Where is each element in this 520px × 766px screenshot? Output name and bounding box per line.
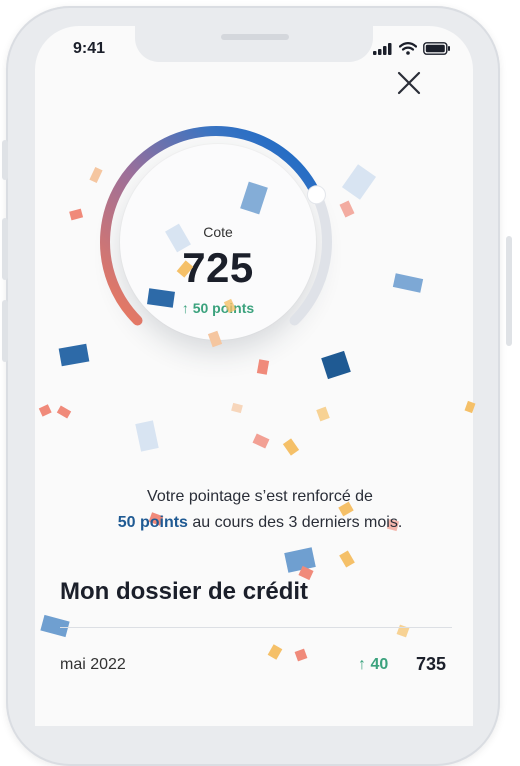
side-button: [2, 140, 8, 180]
score-label: Cote: [203, 224, 233, 240]
battery-icon: [423, 42, 450, 55]
section-title: Mon dossier de crédit: [60, 578, 309, 605]
side-button: [2, 218, 8, 280]
status-time: 9:41: [73, 40, 106, 57]
speaker: [221, 34, 289, 40]
score-value: 725: [182, 244, 254, 291]
score-delta: ↑ 50 points: [181, 300, 255, 316]
message-highlight: 50 points: [117, 514, 188, 531]
message-line-1: Votre pointage s’est renforcé de: [147, 488, 373, 505]
side-button: [506, 236, 512, 346]
notch: [135, 26, 373, 62]
close-icon[interactable]: [394, 68, 424, 98]
history-month: mai 2022: [60, 656, 126, 673]
message-line-2-rest: au cours des 3 derniers mois.: [187, 514, 403, 531]
signal-icon: [373, 42, 392, 55]
message-line-2: 50 points au cours des 3 derniers mois.: [0, 510, 520, 536]
history-row[interactable]: mai 2022 ↑ 40 735: [60, 652, 452, 678]
gauge-knob: [306, 185, 326, 205]
score-message: Votre pointage s’est renforcé de 50 poin…: [0, 484, 520, 536]
score-gauge: [100, 126, 332, 326]
wifi-icon: [399, 42, 417, 55]
section-divider: [60, 627, 452, 628]
history-delta: ↑ 40: [358, 656, 389, 673]
status-icons: [373, 42, 451, 55]
side-button: [2, 300, 8, 362]
